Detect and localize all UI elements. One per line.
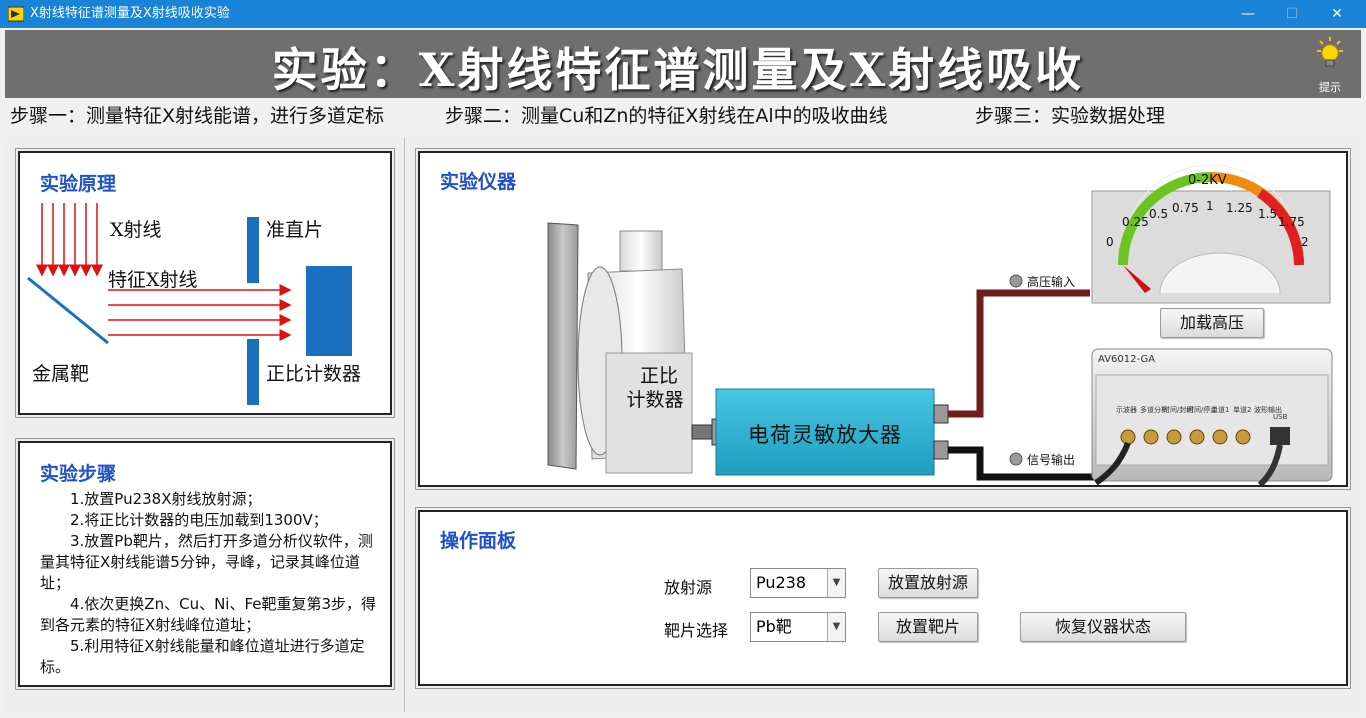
- procedure-step: 4.依次更换Zn、Cu、Ni、Fe靶重复第3步，得到各元素的特征X射线峰位道址；: [40, 595, 377, 634]
- principle-panel: 实验原理 X射线 准直片 特征X射线 金属靶 正比计数器: [15, 148, 395, 418]
- source-select-value: Pu238: [756, 573, 807, 592]
- tab-step3[interactable]: 步骤三：实验数据处理: [975, 102, 1165, 130]
- place-target-button[interactable]: 放置靶片: [878, 612, 978, 642]
- port-label: USB: [1273, 413, 1288, 421]
- meter-tick: 1.75: [1278, 215, 1305, 229]
- counter-block: [306, 266, 352, 356]
- port-label: 单道2: [1233, 406, 1252, 414]
- header-banner: 实验：X射线特征谱测量及X射线吸收 提示: [5, 30, 1361, 98]
- close-button[interactable]: ✕: [1314, 0, 1360, 28]
- incident-xray-arrows: [36, 203, 103, 277]
- metal-target-plate: [27, 276, 109, 345]
- port-label: 单道1: [1211, 406, 1230, 414]
- minimize-button[interactable]: —: [1225, 0, 1271, 28]
- collimator-label: 准直片: [266, 219, 324, 241]
- meter-tick: 0.75: [1172, 201, 1199, 215]
- meter-tick: 1.5: [1258, 207, 1278, 221]
- chevron-down-icon[interactable]: ▼: [827, 613, 845, 641]
- operation-heading: 操作面板: [440, 530, 517, 552]
- procedure-step: 1.放置Pu238X射线放射源；: [70, 490, 262, 508]
- port-label: 示波器: [1116, 406, 1137, 414]
- tab-step2[interactable]: 步骤二：测量Cu和Zn的特征X射线在Al中的吸收曲线: [445, 102, 888, 130]
- meter-tick: 0: [1106, 235, 1114, 249]
- signal-output-led: [1009, 452, 1023, 466]
- procedure-step: 3.放置Pb靶片，然后打开多道分析仪软件，测量其特征X射线能谱5分钟，寻峰，记录…: [40, 532, 373, 592]
- counter-label-line2: 计数器: [626, 389, 684, 411]
- hint-label: 提示: [1319, 81, 1341, 94]
- meter-tick: 0.5: [1149, 207, 1169, 221]
- operation-panel: 操作面板 放射源 Pu238 ▼ 放置放射源 靶片选择 Pb靶 ▼ 放置靶片 恢…: [415, 507, 1351, 689]
- characteristic-xray-label: 特征X射线: [108, 269, 198, 291]
- signal-output-label: 信号输出: [1027, 453, 1076, 467]
- meter-tick: 1: [1206, 199, 1214, 213]
- left-panel: 实验原理 X射线 准直片 特征X射线 金属靶 正比计数器 实验步骤 1.放置Pu…: [5, 138, 405, 712]
- right-panel: 实验仪器 正比 计数器 电荷灵敏放大器 高压输入 信号输出 0-2KV 0 0.…: [406, 138, 1361, 712]
- procedure-heading: 实验步骤: [40, 463, 117, 485]
- counter-label: 正比计数器: [266, 363, 362, 385]
- target-label: 靶片选择: [664, 621, 729, 640]
- window-title: X射线特征谱测量及X射线吸收实验: [30, 6, 230, 21]
- metal-target-label: 金属靶: [32, 363, 90, 385]
- meter-tick: 2: [1301, 235, 1309, 249]
- procedure-panel: 实验步骤 1.放置Pu238X射线放射源； 2.将正比计数器的电压加载到1300…: [15, 438, 395, 690]
- collimator-lower: [247, 339, 259, 405]
- meter-tick: 0.25: [1122, 215, 1149, 229]
- page-title: 实验：X射线特征谱测量及X射线吸收: [271, 43, 1085, 97]
- source-label: 放射源: [664, 578, 713, 597]
- maximize-button[interactable]: ☐: [1269, 0, 1315, 28]
- procedure-step: 5.利用特征X射线能量和峰位道址进行多道定标。: [40, 637, 365, 676]
- load-hv-button[interactable]: 加载高压: [1160, 308, 1264, 338]
- amplifier-label: 电荷灵敏放大器: [748, 423, 902, 447]
- meter-tick: 1.25: [1226, 201, 1253, 215]
- chevron-down-icon[interactable]: ▼: [827, 569, 845, 597]
- hint-button[interactable]: 提示: [1313, 36, 1347, 95]
- counter-label-line1: 正比: [639, 365, 678, 387]
- hv-input-label: 高压输入: [1027, 275, 1076, 289]
- lightbulb-icon: [1317, 37, 1343, 67]
- counter-top-nozzle: [619, 230, 663, 272]
- tab-step1[interactable]: 步骤一：测量特征X射线能谱，进行多道定标: [10, 102, 384, 130]
- hv-cable: [948, 289, 1090, 418]
- procedure-step: 2.将正比计数器的电压加载到1300V；: [70, 511, 328, 529]
- procedure-list: 1.放置Pu238X射线放射源； 2.将正比计数器的电压加载到1300V； 3.…: [40, 489, 382, 678]
- window-titlebar: X射线特征谱测量及X射线吸收实验 — ☐ ✕: [0, 0, 1366, 28]
- reset-instrument-button[interactable]: 恢复仪器状态: [1020, 612, 1186, 642]
- source-select[interactable]: Pu238 ▼: [750, 568, 846, 598]
- device-model-label: AV6012-GA: [1098, 354, 1156, 365]
- target-select[interactable]: Pb靶 ▼: [750, 612, 846, 642]
- collimator-upper: [247, 217, 259, 283]
- characteristic-xray-arrows: [108, 284, 292, 341]
- hv-input-led: [1009, 274, 1023, 288]
- target-select-value: Pb靶: [756, 617, 792, 636]
- sample-holder-plate: [547, 222, 579, 470]
- xray-label: X射线: [110, 219, 162, 241]
- labview-app-icon: [8, 6, 24, 22]
- place-source-button[interactable]: 放置放射源: [878, 568, 978, 598]
- instrument-panel: 实验仪器 正比 计数器 电荷灵敏放大器 高压输入 信号输出 0-2KV 0 0.…: [415, 148, 1351, 490]
- meter-title: 0-2KV: [1188, 173, 1227, 188]
